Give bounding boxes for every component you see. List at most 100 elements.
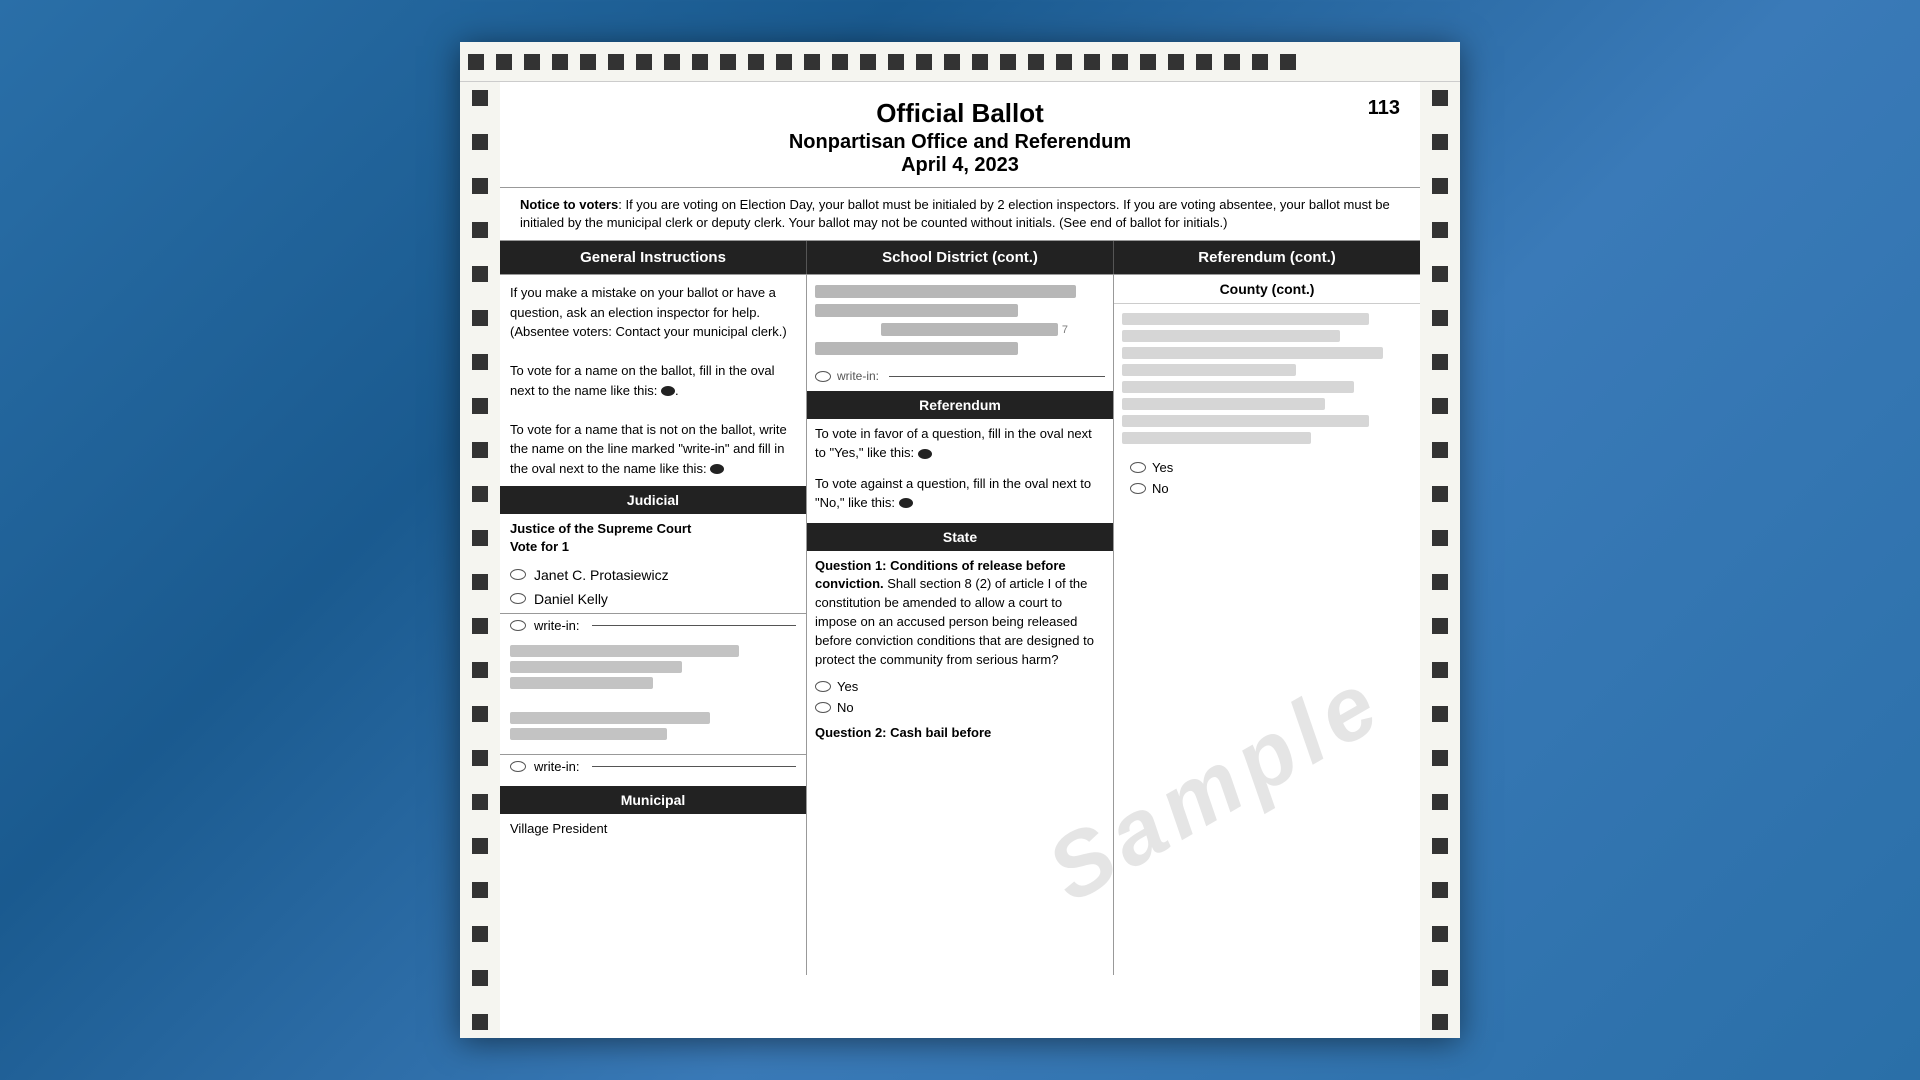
referendum-no-instruction: To vote against a question, fill in the …	[807, 469, 1113, 519]
write-in-label: write-in:	[534, 618, 580, 633]
blurred-line	[510, 661, 682, 673]
punch-hole	[472, 90, 488, 106]
punch-hole	[944, 54, 960, 70]
candidate-row-protasiewicz: Janet C. Protasiewicz	[500, 563, 806, 587]
punch-hole	[496, 54, 512, 70]
write-in-label-2: write-in:	[534, 759, 580, 774]
question2-partial: Question 2: Cash bail before	[807, 718, 1113, 749]
school-write-in: write-in:	[807, 365, 1113, 387]
punch-hole	[472, 222, 488, 238]
instructions-text-p1: If you make a mistake on your ballot or …	[510, 283, 796, 342]
punch-hole	[1432, 1014, 1448, 1030]
punch-hole	[472, 178, 488, 194]
punch-hole	[1432, 838, 1448, 854]
left-punch-side	[460, 82, 500, 1038]
candidate-name: Daniel Kelly	[534, 591, 608, 607]
write-in-oval[interactable]	[510, 620, 526, 631]
state-header: State	[807, 523, 1113, 551]
county-blur-line	[1122, 313, 1369, 325]
oval-filled-example2	[710, 464, 724, 474]
question1-no-row: No	[807, 697, 1113, 718]
instructions-text-p3: To vote for a name that is not on the ba…	[510, 420, 796, 479]
punch-hole	[1252, 54, 1268, 70]
school-write-in-line	[889, 376, 1105, 377]
punch-hole	[1432, 178, 1448, 194]
punch-hole	[720, 54, 736, 70]
judicial-section-header: Judicial	[500, 486, 806, 514]
punch-hole	[472, 486, 488, 502]
punch-hole	[1432, 266, 1448, 282]
question1-yes-label: Yes	[837, 679, 858, 694]
column-headers: General Instructions School District (co…	[500, 241, 1420, 275]
sd-blurred-line	[815, 304, 1018, 317]
blurred-line	[510, 728, 667, 740]
punch-hole	[832, 54, 848, 70]
punch-hole	[1432, 90, 1448, 106]
county-blurred-content	[1114, 304, 1420, 453]
referendum-yes-instruction: To vote in favor of a question, fill in …	[807, 419, 1113, 469]
candidate-oval[interactable]	[510, 593, 526, 604]
blurred-court-section	[500, 637, 806, 748]
county-cont-header: County (cont.)	[1114, 275, 1420, 304]
ballot-header: 113 Official Ballot Nonpartisan Office a…	[500, 82, 1420, 188]
county-blur-line	[1122, 330, 1340, 342]
question2-title: Question 2: Cash bail before	[815, 725, 991, 740]
col3-header: Referendum (cont.)	[1114, 241, 1420, 274]
punch-hole	[1280, 54, 1296, 70]
punch-hole	[636, 54, 652, 70]
punch-hole	[1028, 54, 1044, 70]
ballot-main-content: 113 Official Ballot Nonpartisan Office a…	[500, 82, 1420, 1038]
punch-hole	[472, 794, 488, 810]
punch-hole	[472, 310, 488, 326]
candidate-oval[interactable]	[510, 569, 526, 580]
question1-yes-oval[interactable]	[815, 681, 831, 692]
question1-no-oval[interactable]	[815, 702, 831, 713]
punch-hole	[1000, 54, 1016, 70]
punch-hole	[1432, 222, 1448, 238]
col1-header: General Instructions	[500, 241, 807, 274]
county-yes-row: Yes	[1122, 457, 1412, 478]
punch-hole	[1432, 926, 1448, 942]
punch-border-top	[460, 42, 1460, 82]
punch-hole	[1432, 398, 1448, 414]
candidate-row-kelly: Daniel Kelly	[500, 587, 806, 611]
punch-hole	[692, 54, 708, 70]
punch-hole	[1196, 54, 1212, 70]
punch-hole	[1056, 54, 1072, 70]
ballot-document: 113 Official Ballot Nonpartisan Office a…	[460, 42, 1460, 1038]
instructions-para1: If you make a mistake on your ballot or …	[500, 275, 806, 486]
ballot-date: April 4, 2023	[520, 154, 1400, 177]
county-no-oval[interactable]	[1130, 483, 1146, 494]
punch-hole	[1432, 442, 1448, 458]
punch-hole	[580, 54, 596, 70]
county-blur-line	[1122, 364, 1296, 376]
punch-hole	[1084, 54, 1100, 70]
punch-hole	[804, 54, 820, 70]
blurred-line	[510, 712, 710, 724]
punch-hole	[1432, 970, 1448, 986]
punch-hole	[472, 354, 488, 370]
write-in-oval-2[interactable]	[510, 761, 526, 772]
county-yes-oval[interactable]	[1130, 462, 1146, 473]
instructions-text-p2: To vote for a name on the ballot, fill i…	[510, 361, 796, 400]
candidate-name: Janet C. Protasiewicz	[534, 567, 669, 583]
punch-hole	[472, 706, 488, 722]
col3-referendum-cont: County (cont.)	[1114, 275, 1420, 975]
punch-hole	[1224, 54, 1240, 70]
write-in-row-2: write-in:	[500, 754, 806, 778]
punch-hole	[1432, 486, 1448, 502]
punch-hole	[472, 882, 488, 898]
page-number: 113	[1368, 97, 1400, 120]
punch-hole	[1432, 134, 1448, 150]
county-yes-label: Yes	[1152, 460, 1173, 475]
punch-hole	[472, 1014, 488, 1030]
punch-hole	[1432, 750, 1448, 766]
punch-hole	[1432, 574, 1448, 590]
punch-hole	[468, 54, 484, 70]
oval-yes-example	[918, 449, 932, 459]
punch-hole	[1168, 54, 1184, 70]
school-write-in-oval[interactable]	[815, 371, 831, 382]
county-no-label: No	[1152, 481, 1169, 496]
col2-school-district: 7 write-in: Referendum To vote in	[807, 275, 1114, 975]
referendum-section-header: Referendum	[807, 391, 1113, 419]
